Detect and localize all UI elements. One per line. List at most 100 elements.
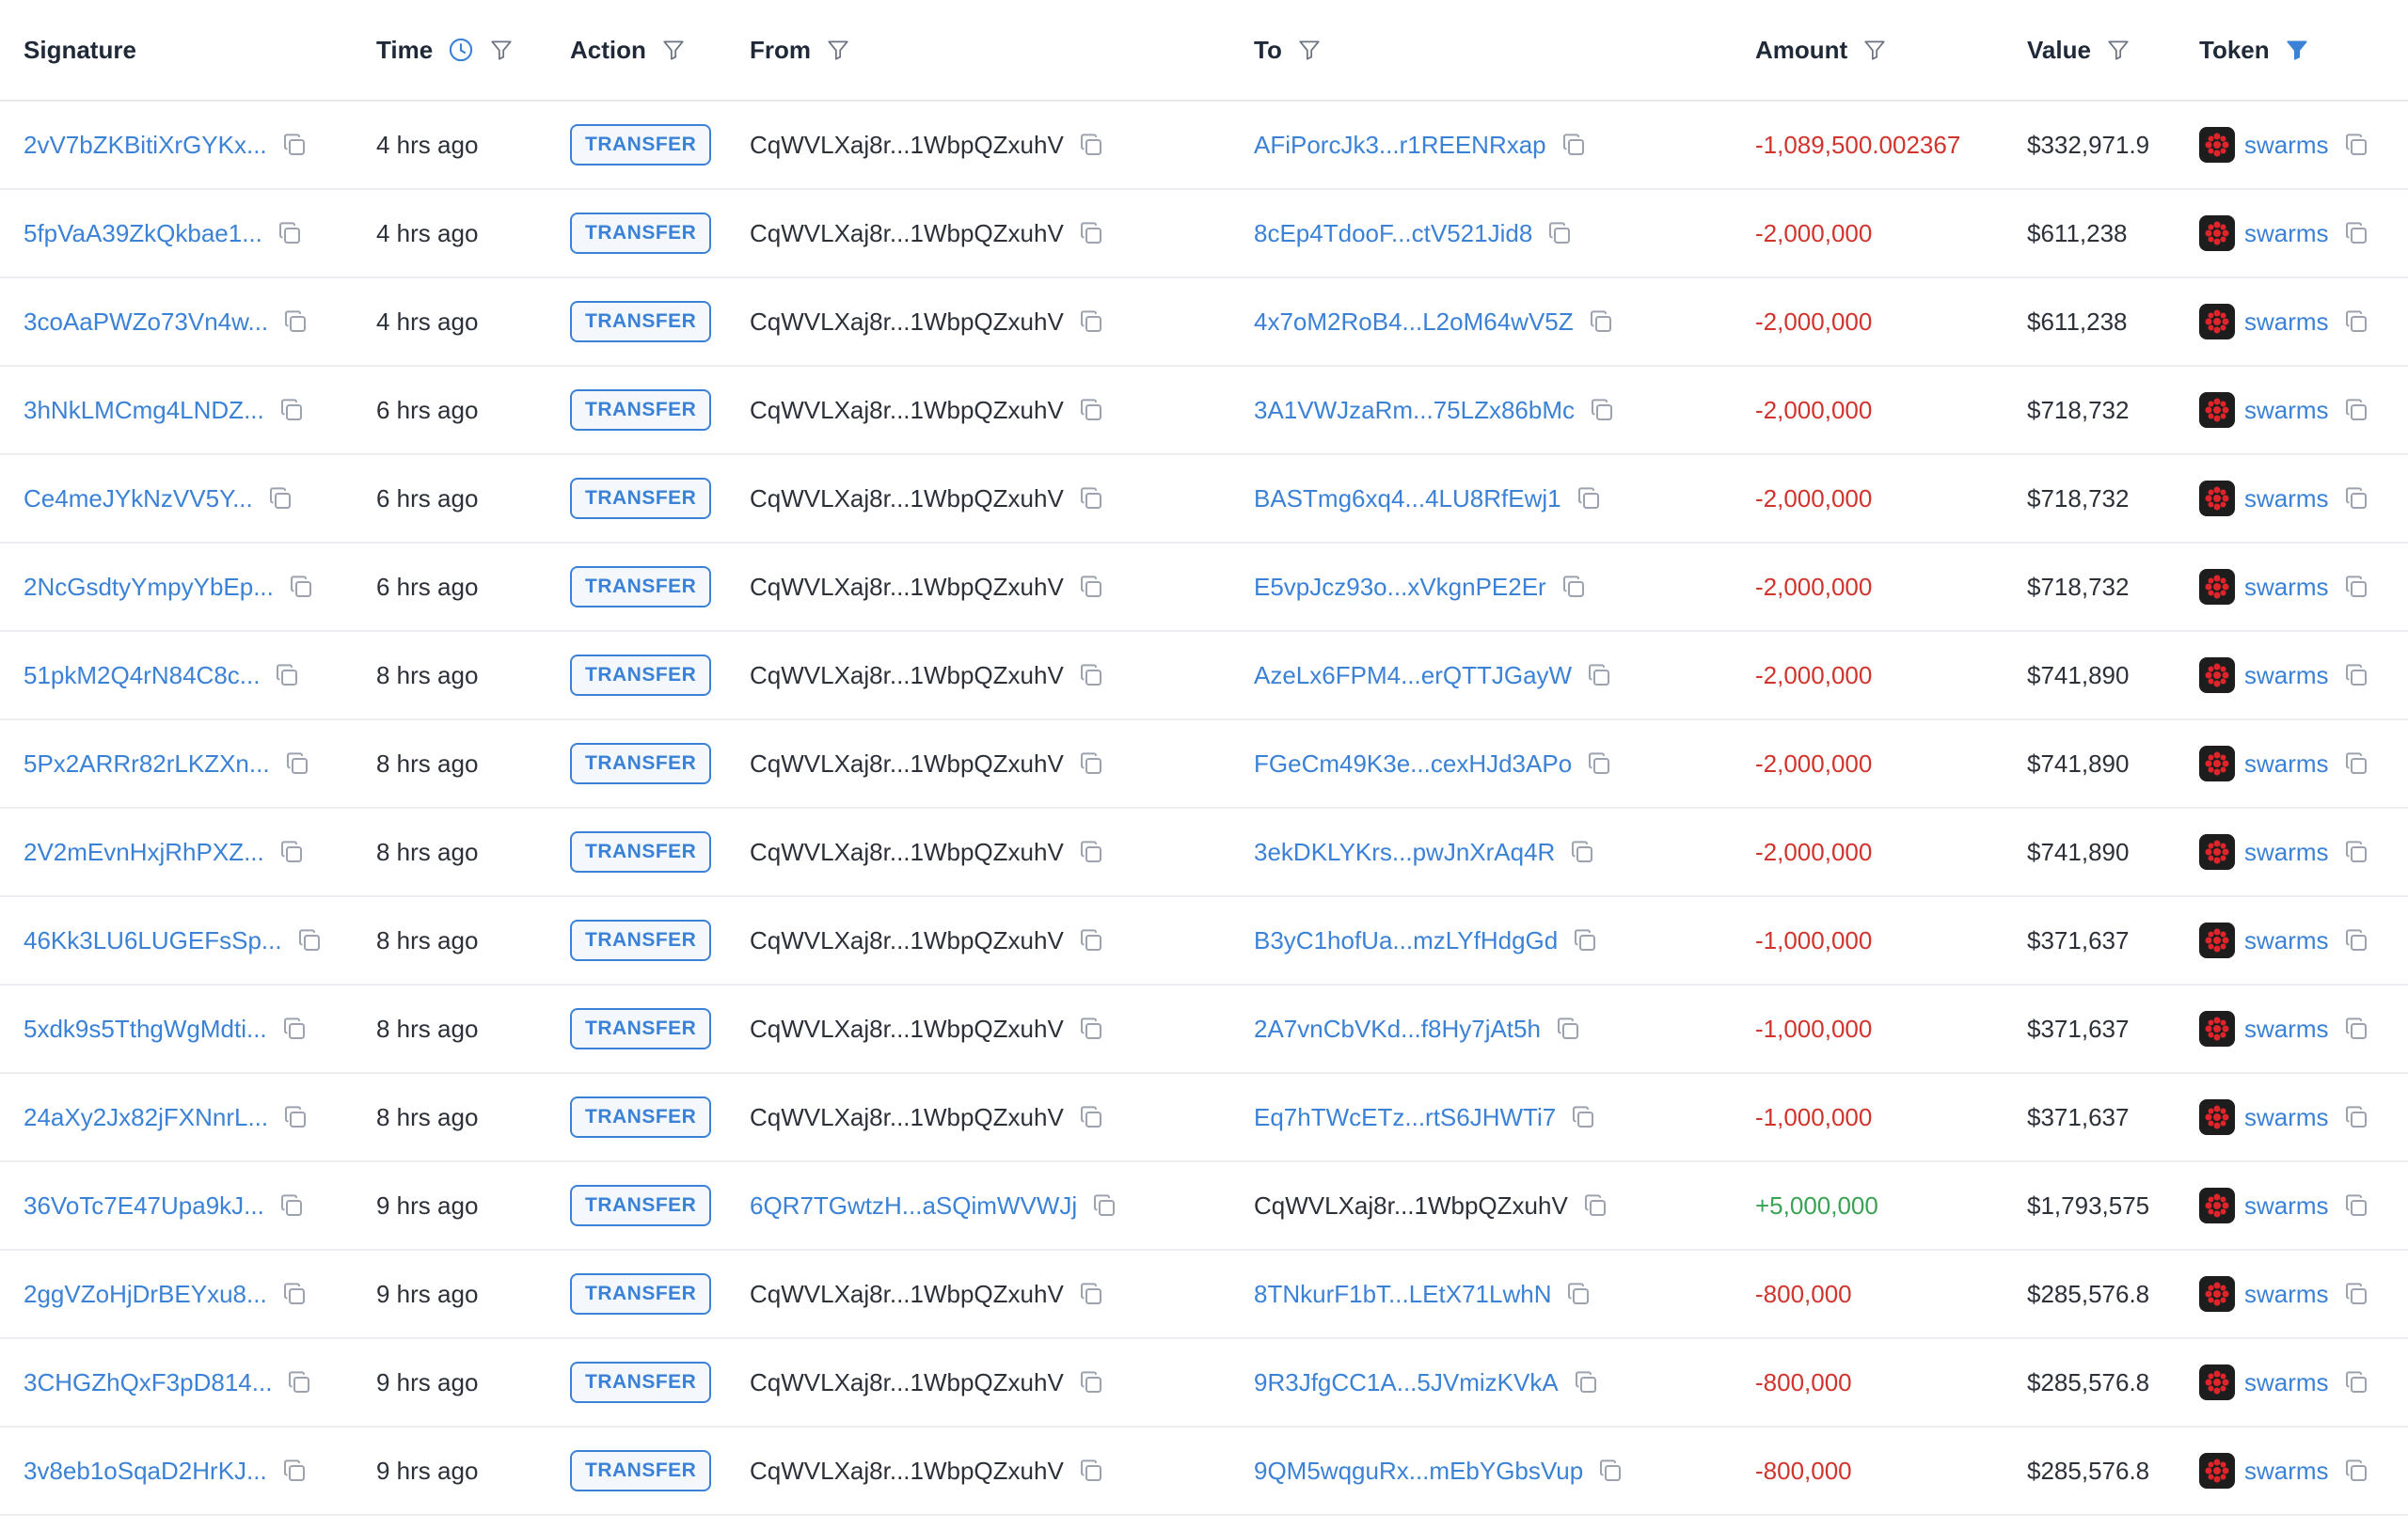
token-link[interactable]: swarms xyxy=(2244,1457,2329,1486)
copy-icon[interactable] xyxy=(2342,926,2370,954)
from-address[interactable]: CqWVLXaj8r...1WbpQZxuhV xyxy=(750,131,1064,160)
from-address[interactable]: CqWVLXaj8r...1WbpQZxuhV xyxy=(750,1103,1064,1132)
to-address[interactable]: 3A1VWJzaRm...75LZx86bMc xyxy=(1254,396,1575,425)
from-filter-icon[interactable] xyxy=(826,38,850,62)
token-link[interactable]: swarms xyxy=(2244,396,2329,425)
copy-icon[interactable] xyxy=(1581,1191,1609,1220)
copy-icon[interactable] xyxy=(1077,484,1105,513)
copy-icon[interactable] xyxy=(2342,1191,2370,1220)
to-address[interactable]: Eq7hTWcETz...rtS6JHWTi7 xyxy=(1254,1103,1556,1132)
signature-link[interactable]: 2ggVZoHjDrBEYxu8... xyxy=(24,1280,267,1309)
signature-link[interactable]: 2V2mEvnHxjRhPXZ... xyxy=(24,838,264,867)
copy-icon[interactable] xyxy=(273,661,301,689)
copy-icon[interactable] xyxy=(1077,1368,1105,1396)
copy-icon[interactable] xyxy=(1077,1103,1105,1131)
token-link[interactable]: swarms xyxy=(2244,661,2329,690)
copy-icon[interactable] xyxy=(2342,838,2370,866)
to-filter-icon[interactable] xyxy=(1297,38,1322,62)
to-address[interactable]: AFiPorcJk3...r1REENRxap xyxy=(1254,131,1546,160)
time-filter-icon[interactable] xyxy=(489,38,514,62)
signature-link[interactable]: 3v8eb1oSqaD2HrKJ... xyxy=(24,1457,267,1486)
clock-icon[interactable] xyxy=(448,37,474,63)
copy-icon[interactable] xyxy=(1596,1457,1624,1485)
from-address[interactable]: CqWVLXaj8r...1WbpQZxuhV xyxy=(750,573,1064,602)
token-link[interactable]: swarms xyxy=(2244,573,2329,602)
copy-icon[interactable] xyxy=(1077,396,1105,424)
copy-icon[interactable] xyxy=(2342,1103,2370,1131)
signature-link[interactable]: 3hNkLMCmg4LNDZ... xyxy=(24,396,264,425)
copy-icon[interactable] xyxy=(1554,1015,1582,1043)
to-address[interactable]: 4x7oM2RoB4...L2oM64wV5Z xyxy=(1254,308,1574,337)
value-filter-icon[interactable] xyxy=(2106,38,2131,62)
to-address[interactable]: 9R3JfgCC1A...5JVmizKVkA xyxy=(1254,1368,1559,1397)
to-address[interactable]: 8TNkurF1bT...LEtX71LwhN xyxy=(1254,1280,1551,1309)
copy-icon[interactable] xyxy=(277,1191,306,1220)
token-link[interactable]: swarms xyxy=(2244,131,2329,160)
token-link[interactable]: swarms xyxy=(2244,484,2329,513)
copy-icon[interactable] xyxy=(287,573,315,601)
token-filter-active-icon[interactable] xyxy=(2285,38,2309,62)
copy-icon[interactable] xyxy=(280,1457,309,1485)
copy-icon[interactable] xyxy=(1077,131,1105,159)
token-link[interactable]: swarms xyxy=(2244,926,2329,955)
copy-icon[interactable] xyxy=(1077,838,1105,866)
token-link[interactable]: swarms xyxy=(2244,749,2329,779)
token-link[interactable]: swarms xyxy=(2244,838,2329,867)
from-address[interactable]: CqWVLXaj8r...1WbpQZxuhV xyxy=(750,1015,1064,1044)
copy-icon[interactable] xyxy=(1568,838,1596,866)
from-address[interactable]: CqWVLXaj8r...1WbpQZxuhV xyxy=(750,219,1064,248)
token-link[interactable]: swarms xyxy=(2244,1191,2329,1221)
copy-icon[interactable] xyxy=(285,1368,313,1396)
signature-link[interactable]: 24aXy2Jx82jFXNnrL... xyxy=(24,1103,268,1132)
token-link[interactable]: swarms xyxy=(2244,308,2329,337)
copy-icon[interactable] xyxy=(2342,661,2370,689)
token-link[interactable]: swarms xyxy=(2244,219,2329,248)
to-address[interactable]: 9QM5wqguRx...mEbYGbsVup xyxy=(1254,1457,1583,1486)
signature-link[interactable]: 3coAaPWZo73Vn4w... xyxy=(24,308,268,337)
to-address[interactable]: E5vpJcz93o...xVkgnPE2Er xyxy=(1254,573,1546,602)
signature-link[interactable]: 5fpVaA39ZkQkbae1... xyxy=(24,219,262,248)
copy-icon[interactable] xyxy=(277,396,306,424)
copy-icon[interactable] xyxy=(1077,308,1105,336)
copy-icon[interactable] xyxy=(1077,661,1105,689)
to-address[interactable]: BASTmg6xq4...4LU8RfEwj1 xyxy=(1254,484,1561,513)
copy-icon[interactable] xyxy=(1588,396,1616,424)
token-link[interactable]: swarms xyxy=(2244,1103,2329,1132)
copy-icon[interactable] xyxy=(280,131,309,159)
copy-icon[interactable] xyxy=(281,308,309,336)
copy-icon[interactable] xyxy=(280,1280,309,1308)
copy-icon[interactable] xyxy=(295,926,324,954)
copy-icon[interactable] xyxy=(1569,1103,1597,1131)
to-address[interactable]: B3yC1hofUa...mzLYfHdgGd xyxy=(1254,926,1558,955)
from-address[interactable]: CqWVLXaj8r...1WbpQZxuhV xyxy=(750,926,1064,955)
copy-icon[interactable] xyxy=(2342,219,2370,247)
amount-filter-icon[interactable] xyxy=(1862,38,1887,62)
from-address[interactable]: CqWVLXaj8r...1WbpQZxuhV xyxy=(750,1457,1064,1486)
copy-icon[interactable] xyxy=(2342,131,2370,159)
token-link[interactable]: swarms xyxy=(2244,1368,2329,1397)
copy-icon[interactable] xyxy=(2342,1015,2370,1043)
from-address[interactable]: CqWVLXaj8r...1WbpQZxuhV xyxy=(750,308,1064,337)
copy-icon[interactable] xyxy=(1545,219,1574,247)
to-address[interactable]: FGeCm49K3e...cexHJd3APo xyxy=(1254,749,1572,779)
copy-icon[interactable] xyxy=(2342,484,2370,513)
from-address[interactable]: CqWVLXaj8r...1WbpQZxuhV xyxy=(750,396,1064,425)
from-address[interactable]: CqWVLXaj8r...1WbpQZxuhV xyxy=(750,749,1064,779)
copy-icon[interactable] xyxy=(266,484,294,513)
copy-icon[interactable] xyxy=(2342,1457,2370,1485)
copy-icon[interactable] xyxy=(1575,484,1603,513)
copy-icon[interactable] xyxy=(2342,396,2370,424)
signature-link[interactable]: 3CHGZhQxF3pD814... xyxy=(24,1368,272,1397)
signature-link[interactable]: 51pkM2Q4rN84C8c... xyxy=(24,661,260,690)
copy-icon[interactable] xyxy=(1587,308,1615,336)
copy-icon[interactable] xyxy=(2342,1368,2370,1396)
to-address[interactable]: 8cEp4TdooF...ctV521Jid8 xyxy=(1254,219,1532,248)
copy-icon[interactable] xyxy=(1090,1191,1118,1220)
copy-icon[interactable] xyxy=(1585,661,1613,689)
from-address[interactable]: 6QR7TGwtzH...aSQimWVWJj xyxy=(750,1191,1077,1221)
signature-link[interactable]: 5xdk9s5TthgWgMdti... xyxy=(24,1015,267,1044)
copy-icon[interactable] xyxy=(1564,1280,1592,1308)
from-address[interactable]: CqWVLXaj8r...1WbpQZxuhV xyxy=(750,1368,1064,1397)
from-address[interactable]: CqWVLXaj8r...1WbpQZxuhV xyxy=(750,1280,1064,1309)
copy-icon[interactable] xyxy=(1077,749,1105,778)
